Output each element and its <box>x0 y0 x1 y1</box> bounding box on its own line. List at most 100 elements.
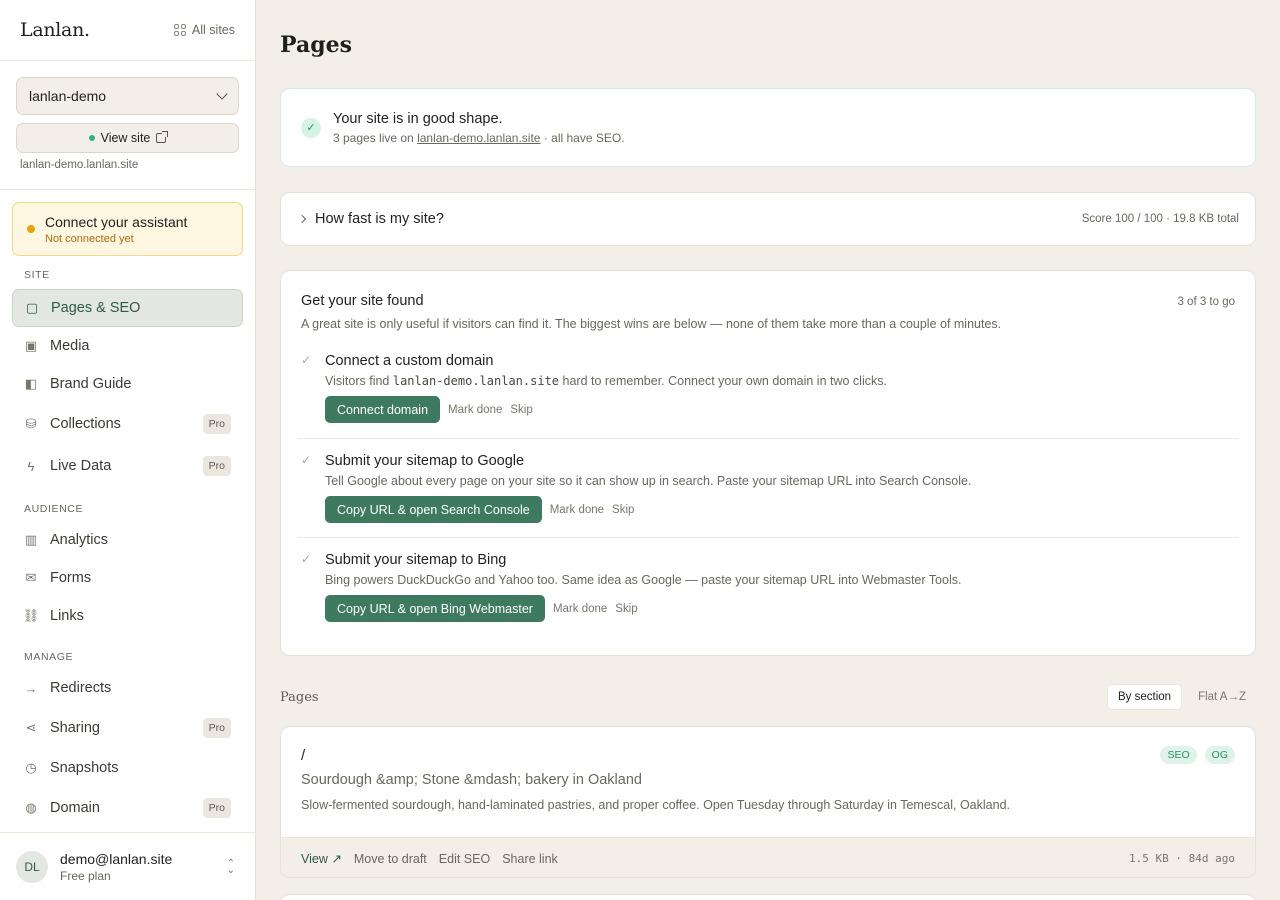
page-card <box>280 894 1256 900</box>
view-flat-button[interactable]: Flat A→Z <box>1188 685 1256 709</box>
open-search-console-button[interactable]: Copy URL & open Search Console <box>325 496 542 523</box>
sidebar-item-media[interactable]: ▣ Media <box>12 327 243 365</box>
check-icon: ✓ <box>301 353 312 367</box>
sidebar-item-label: Analytics <box>50 532 109 548</box>
sidebar-item-sharing[interactable]: ⋖ Sharing Pro <box>12 707 243 749</box>
link-icon: ⛓ <box>22 608 40 623</box>
get-found-count: 3 of 3 to go <box>1177 296 1235 308</box>
sidebar-item-label: Collections <box>50 416 121 432</box>
mark-done-link[interactable]: Mark done <box>550 504 604 516</box>
skip-link[interactable]: Skip <box>510 404 532 416</box>
page-meta: 1.5 KB · 84d ago <box>1129 852 1235 865</box>
view-by-section-button[interactable]: By section <box>1107 684 1183 710</box>
pro-badge: Pro <box>202 718 231 738</box>
image-icon: ▣ <box>24 338 38 353</box>
sidebar-item-label: Redirects <box>50 680 112 696</box>
open-bing-webmaster-button[interactable]: Copy URL & open Bing Webmaster <box>325 595 545 622</box>
section-label-audience: AUDIENCE <box>24 503 84 515</box>
mark-done-link[interactable]: Mark done <box>553 603 607 615</box>
task-title: Submit your sitemap to Bing <box>325 552 507 568</box>
external-link-icon <box>156 131 169 143</box>
user-plan: Free plan <box>60 868 111 883</box>
share-icon: ⋖ <box>25 720 37 735</box>
user-menu[interactable]: DL demo@lanlan.site Free plan ⌃ ⌄ <box>0 832 255 900</box>
assistant-title: Connect your assistant <box>45 213 188 230</box>
get-found-title: Get your site found <box>301 293 424 309</box>
globe-icon: ◍ <box>25 800 37 815</box>
sidebar-item-label: Links <box>50 608 84 624</box>
sidebar-item-label: Media <box>50 338 90 354</box>
sidebar-header: Lanlan. All sites <box>0 0 255 61</box>
all-sites-label: All sites <box>191 23 235 37</box>
site-url: lanlan-demo.lanlan.site <box>20 159 139 171</box>
section-label-site: SITE <box>24 269 50 281</box>
get-found-description: A great site is only useful if visitors … <box>301 317 1002 331</box>
palette-icon: ◧ <box>24 376 38 391</box>
page-icon: ▢ <box>25 300 39 315</box>
sidebar-item-label: Forms <box>50 570 92 586</box>
sidebar-item-label: Snapshots <box>50 760 119 776</box>
bar-chart-icon: ▥ <box>24 532 38 547</box>
edit-seo-link[interactable]: Edit SEO <box>439 852 490 866</box>
arrow-right-icon: → <box>24 680 38 696</box>
check-icon: ✓ <box>301 552 312 566</box>
live-status-dot <box>88 135 95 141</box>
sidebar-item-collections[interactable]: ⛁ Collections Pro <box>12 403 243 445</box>
logo: Lanlan. <box>20 19 90 41</box>
section-label-manage: MANAGE <box>24 651 74 663</box>
view-page-link[interactable]: View ↗ <box>301 851 342 866</box>
site-switcher: lanlan-demo View site lanlan-demo.lanlan… <box>0 61 255 190</box>
sidebar-item-pages-seo[interactable]: ▢ Pages & SEO <box>12 289 243 327</box>
avatar: DL <box>16 850 48 883</box>
skip-link[interactable]: Skip <box>612 504 634 516</box>
sidebar-item-label: Brand Guide <box>50 376 132 392</box>
site-speed-label: How fast is my site? <box>315 211 444 227</box>
sidebar: Lanlan. All sites lanlan-demo View site … <box>0 0 256 900</box>
sidebar-item-forms[interactable]: ✉ Forms <box>12 559 243 597</box>
task-desc-prefix: Visitors find <box>325 374 393 388</box>
site-url-link[interactable]: lanlan-demo.lanlan.site <box>417 131 540 145</box>
site-health-subtitle: 3 pages live on lanlan-demo.lanlan.site … <box>333 131 625 145</box>
task-title: Connect a custom domain <box>325 353 494 369</box>
og-badge: OG <box>1204 746 1235 764</box>
site-health-prefix: 3 pages live on <box>333 130 418 145</box>
sidebar-item-label: Sharing <box>50 720 100 736</box>
check-icon: ✓ <box>301 453 312 467</box>
sidebar-item-label: Live Data <box>50 458 112 474</box>
check-circle-icon: ✓ <box>301 117 321 138</box>
site-health-card: ✓ Your site is in good shape. 3 pages li… <box>280 88 1256 167</box>
site-select[interactable]: lanlan-demo <box>16 77 239 115</box>
connect-domain-button[interactable]: Connect domain <box>325 396 441 423</box>
task-sitemap-google: ✓ Submit your sitemap to Google Tell Goo… <box>297 438 1239 523</box>
page-path: / <box>301 747 306 764</box>
sidebar-item-live-data[interactable]: ϟ Live Data Pro <box>12 445 243 487</box>
warning-dot-icon <box>27 225 35 233</box>
site-speed-disclosure[interactable]: How fast is my site? Score 100 / 100 · 1… <box>280 192 1256 246</box>
view-site-button[interactable]: View site <box>16 123 239 153</box>
chevron-down-icon <box>216 88 228 100</box>
task-description: Bing powers DuckDuckGo and Yahoo too. Sa… <box>325 573 962 587</box>
move-to-draft-link[interactable]: Move to draft <box>354 852 427 866</box>
pro-badge: Pro <box>202 798 231 818</box>
sidebar-item-brand-guide[interactable]: ◧ Brand Guide <box>12 365 243 403</box>
site-select-value: lanlan-demo <box>29 88 107 104</box>
sidebar-item-redirects[interactable]: → Redirects <box>12 669 243 707</box>
pro-badge: Pro <box>202 456 231 476</box>
main-content: Pages ✓ Your site is in good shape. 3 pa… <box>256 0 1280 900</box>
share-link-link[interactable]: Share link <box>502 852 558 866</box>
mark-done-link[interactable]: Mark done <box>448 404 502 416</box>
site-speed-summary: Score 100 / 100 · 19.8 KB total <box>1081 213 1239 225</box>
all-sites-link[interactable]: All sites <box>173 23 235 37</box>
sidebar-item-links[interactable]: ⛓ Links <box>12 597 243 635</box>
sidebar-item-domain[interactable]: ◍ Domain Pro <box>12 787 243 829</box>
sidebar-item-analytics[interactable]: ▥ Analytics <box>12 521 243 559</box>
connect-assistant-card[interactable]: Connect your assistant Not connected yet <box>12 202 243 256</box>
sidebar-item-snapshots[interactable]: ◷ Snapshots <box>12 749 243 787</box>
skip-link[interactable]: Skip <box>615 603 637 615</box>
view-site-label: View site <box>100 131 151 145</box>
chevron-up-down-icon[interactable]: ⌃ ⌄ <box>227 858 235 875</box>
task-sitemap-bing: ✓ Submit your sitemap to Bing Bing power… <box>297 537 1239 622</box>
database-icon: ⛁ <box>25 416 37 431</box>
sidebar-item-label: Domain <box>50 800 100 816</box>
get-found-card: Get your site found 3 of 3 to go A great… <box>280 270 1256 656</box>
